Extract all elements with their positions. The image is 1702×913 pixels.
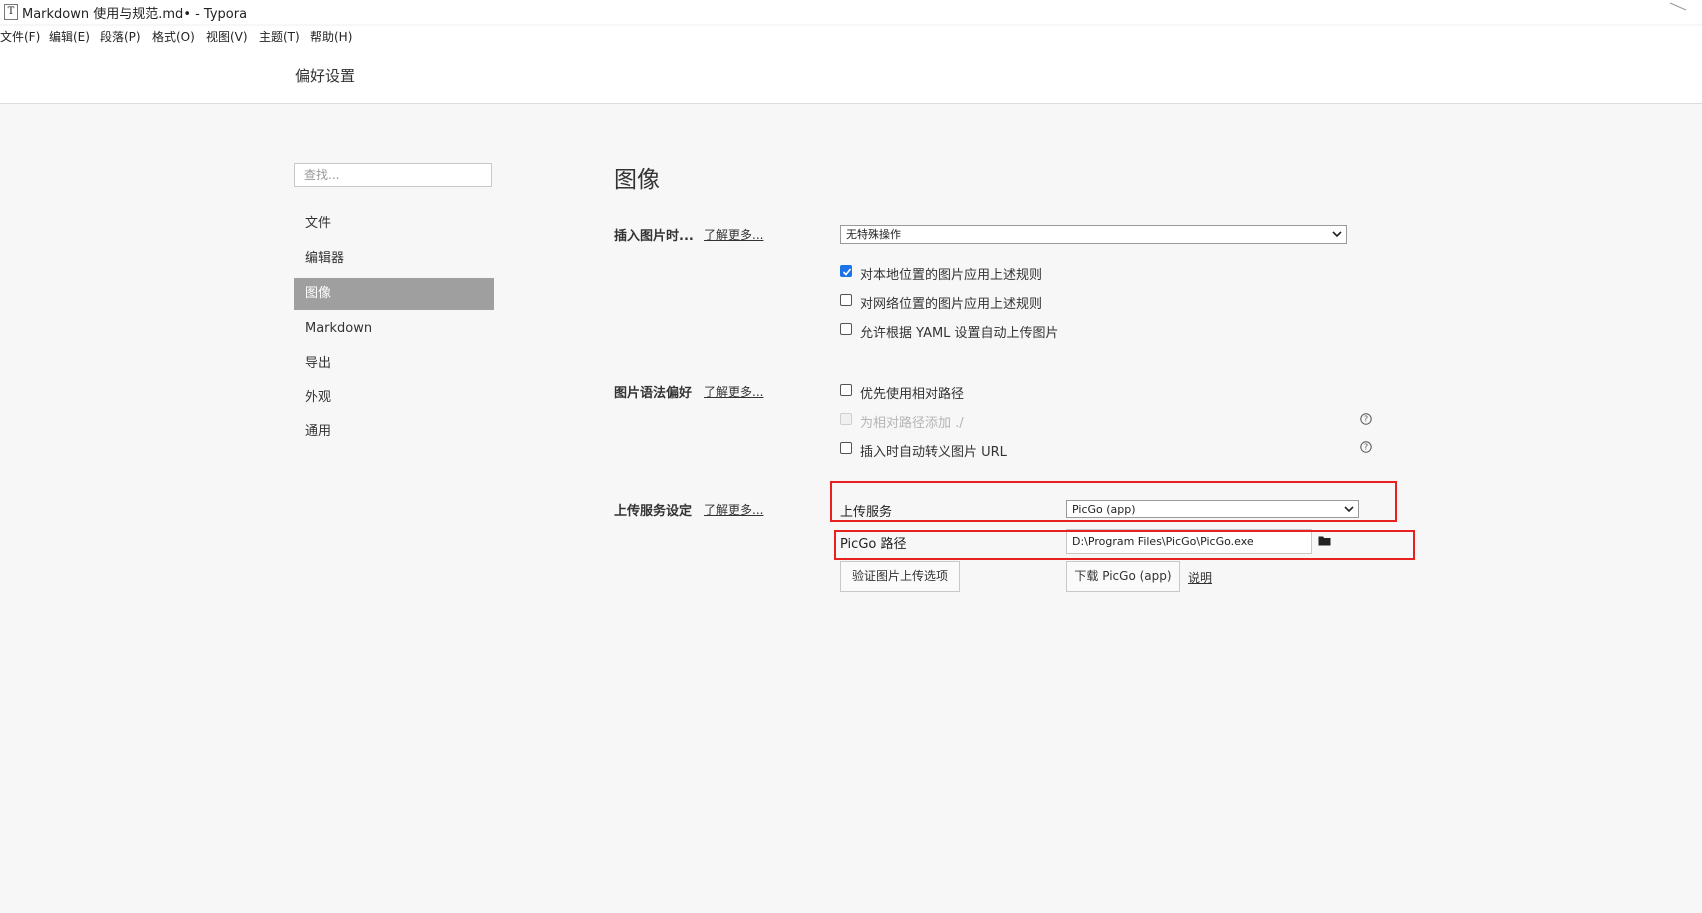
section-heading: 图像 xyxy=(614,167,660,193)
insert-image-learn-more-link[interactable]: 了解更多... xyxy=(704,226,763,243)
upload-service-label: 上传服务 xyxy=(840,505,893,520)
yaml-auto-upload-label: 允许根据 YAML 设置自动上传图片 xyxy=(860,326,1059,341)
checkbox-unchecked[interactable] xyxy=(840,442,852,454)
insert-image-select-value: 无特殊操作 xyxy=(846,228,901,241)
preferences-header: 偏好设置 xyxy=(0,48,1702,104)
apply-network-images-label: 对网络位置的图片应用上述规则 xyxy=(860,297,1043,312)
prefer-relative-path-label: 优先使用相对路径 xyxy=(860,387,965,402)
upload-service-select[interactable]: PicGo (app) xyxy=(1066,500,1359,518)
upload-learn-more-link[interactable]: 了解更多... xyxy=(704,501,763,518)
menu-help[interactable]: 帮助(H) xyxy=(310,28,352,45)
escape-image-url-label: 插入时自动转义图片 URL xyxy=(860,445,1007,460)
upload-service-value: PicGo (app) xyxy=(1072,503,1136,516)
sidebar-item-editor[interactable]: 编辑器 xyxy=(294,243,494,275)
menu-theme[interactable]: 主题(T) xyxy=(259,28,300,45)
checkbox-unchecked[interactable] xyxy=(840,294,852,306)
page-title: 偏好设置 xyxy=(295,67,356,85)
chevron-down-icon xyxy=(1344,506,1354,513)
svg-text:?: ? xyxy=(1364,415,1368,424)
checkbox-unchecked[interactable] xyxy=(840,384,852,396)
sidebar-item-image[interactable]: 图像 xyxy=(294,278,494,310)
sidebar-item-file[interactable]: 文件 xyxy=(294,208,494,240)
upload-service-settings-label: 上传服务设定 xyxy=(614,504,693,519)
question-circle-icon[interactable]: ? xyxy=(1360,413,1372,425)
sidebar-item-markdown[interactable]: Markdown xyxy=(294,313,494,345)
chevron-down-icon xyxy=(1332,231,1342,238)
picgo-path-label: PicGo 路径 xyxy=(840,537,907,552)
menu-file[interactable]: 文件(F) xyxy=(0,28,40,45)
window-title: Markdown 使用与规范.md• - Typora xyxy=(22,7,248,22)
checkbox-unchecked[interactable] xyxy=(840,323,852,335)
checkbox-checked[interactable] xyxy=(840,265,852,277)
add-dot-slash-label: 为相对路径添加 ./ xyxy=(860,416,964,431)
folder-icon[interactable] xyxy=(1318,535,1331,546)
sidebar-item-appearance[interactable]: 外观 xyxy=(294,382,494,414)
title-bar: T Markdown 使用与规范.md• - Typora xyxy=(0,0,1702,24)
insert-image-label: 插入图片时... xyxy=(614,229,694,244)
question-circle-icon[interactable]: ? xyxy=(1360,441,1372,453)
typora-app-icon: T xyxy=(4,4,18,20)
sidebar-item-general[interactable]: 通用 xyxy=(294,416,494,448)
menu-bar: 文件(F) 编辑(E) 段落(P) 格式(O) 视图(V) 主题(T) 帮助(H… xyxy=(0,26,1702,48)
download-picgo-button[interactable]: 下载 PicGo (app) xyxy=(1066,561,1180,592)
picgo-path-input[interactable] xyxy=(1066,529,1312,554)
menu-edit[interactable]: 编辑(E) xyxy=(49,28,90,45)
search-input[interactable] xyxy=(294,163,492,187)
window-corner-icon xyxy=(1669,2,1687,11)
insert-image-select[interactable]: 无特殊操作 xyxy=(840,225,1347,244)
syntax-pref-label: 图片语法偏好 xyxy=(614,386,693,401)
menu-paragraph[interactable]: 段落(P) xyxy=(100,28,141,45)
menu-view[interactable]: 视图(V) xyxy=(206,28,248,45)
sidebar-item-export[interactable]: 导出 xyxy=(294,348,494,380)
checkbox-disabled xyxy=(840,413,852,425)
picgo-help-link[interactable]: 说明 xyxy=(1188,569,1212,586)
syntax-pref-learn-more-link[interactable]: 了解更多... xyxy=(704,383,763,400)
apply-local-images-label: 对本地位置的图片应用上述规则 xyxy=(860,268,1043,283)
svg-text:?: ? xyxy=(1364,443,1368,452)
verify-upload-button[interactable]: 验证图片上传选项 xyxy=(840,561,960,592)
menu-format[interactable]: 格式(O) xyxy=(152,28,195,45)
